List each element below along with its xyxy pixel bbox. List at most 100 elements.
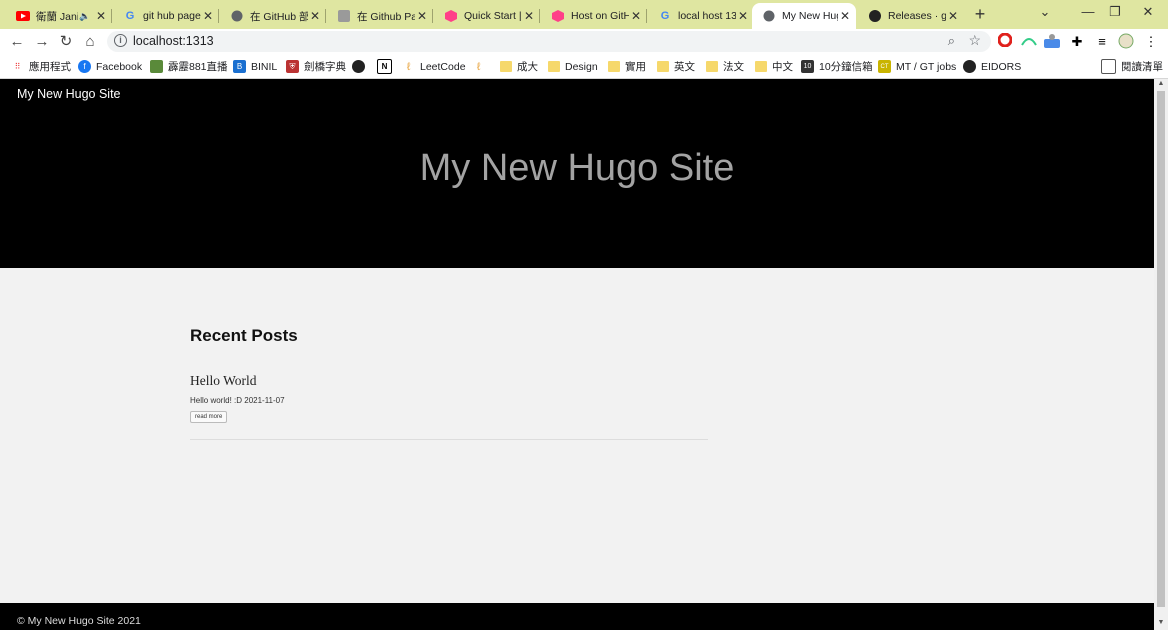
post-title-link[interactable]: Hello World <box>190 373 257 389</box>
opera-extension-icon[interactable] <box>996 32 1014 51</box>
bookmark-mt-gt-jobs[interactable]: CT MT / GT jobs <box>878 59 956 74</box>
page-viewport: My New Hugo Site My New Hugo Site Recent… <box>0 79 1154 630</box>
post-summary: Hello world! :D 2021-11-07 <box>190 396 285 405</box>
section-title: Recent Posts <box>190 326 298 345</box>
bookmark-github[interactable] <box>352 59 370 74</box>
site-brand-link[interactable]: My New Hugo Site <box>17 87 121 101</box>
close-tab-icon[interactable]: ✕ <box>629 9 643 23</box>
bookmark-binil[interactable]: B BINIL <box>233 59 277 74</box>
rainbow-extension-icon[interactable] <box>1020 33 1038 51</box>
folder-icon <box>547 60 560 73</box>
close-tab-icon[interactable]: ✕ <box>308 9 322 23</box>
bookmark-881[interactable]: 霹靂881直播 <box>150 59 228 74</box>
tab-title: git hub pages <box>143 10 201 22</box>
profile-avatar-icon[interactable] <box>1117 33 1135 51</box>
tab-youtube[interactable]: 衛蘭 Janice 🔈 ✕ <box>6 3 112 29</box>
bookmark-facebook[interactable]: f Facebook <box>78 59 142 74</box>
tab-quick-start[interactable]: Quick Start | Hugo ✕ <box>434 3 540 29</box>
tab-title: My New Hugo Site <box>782 10 838 22</box>
tab-github-pages[interactable]: 在 Github Pages ✕ <box>327 3 433 29</box>
menu-kebab-icon[interactable]: ⋮ <box>1142 33 1160 51</box>
scroll-down-arrow-icon[interactable]: ▼ <box>1156 619 1166 629</box>
bookmark-site-icon: B <box>233 60 246 73</box>
bookmark-eidors[interactable]: EIDORS <box>963 59 1021 74</box>
close-tab-icon[interactable]: ✕ <box>838 9 852 23</box>
bookmarks-bar: ⠿ 應用程式 f Facebook 霹靂881直播 B BINIL ⛨ 劍橋字典 N ℓ… <box>0 55 1168 79</box>
bookmark-notion[interactable]: N <box>377 59 397 74</box>
bookmark-folder-useful[interactable]: 實用 <box>607 59 646 74</box>
site-header: My New Hugo Site My New Hugo Site <box>0 79 1154 268</box>
hugo-icon <box>444 9 458 23</box>
tab-title: 在 GitHub 部署 <box>250 10 308 23</box>
bookmark-star-icon[interactable]: ☆ <box>968 32 981 49</box>
new-tab-button[interactable]: + <box>970 5 990 25</box>
apps-grid-icon: ⠿ <box>14 62 21 71</box>
url-text[interactable]: localhost:1313 <box>133 34 214 48</box>
globe-icon <box>762 9 776 23</box>
reading-list-icon <box>1101 59 1116 74</box>
close-tab-icon[interactable]: ✕ <box>946 9 960 23</box>
bookmark-leetcode[interactable]: ℓ LeetCode <box>402 59 466 74</box>
google-icon: G <box>125 10 135 22</box>
reading-list[interactable]: 閱讀清單 <box>1101 59 1163 74</box>
leetcode-icon: ℓ <box>476 60 481 73</box>
site-footer: © My New Hugo Site 2021 <box>0 603 1154 630</box>
tab-title: 衛蘭 Janice <box>36 10 78 23</box>
off-extension-icon[interactable] <box>1043 33 1061 51</box>
post-divider <box>190 439 708 440</box>
bookmark-apps[interactable]: ⠿ 應用程式 <box>11 59 71 74</box>
bookmark-10min-mail[interactable]: 10 10分鐘信箱 <box>801 59 873 74</box>
vertical-scrollbar[interactable]: ▲ ▼ <box>1154 79 1168 630</box>
bookmark-folder-french[interactable]: 法文 <box>705 59 744 74</box>
bookmark-folder-design[interactable]: Design <box>547 59 598 74</box>
browser-toolbar: ← → ↻ ⌂ i localhost:1313 ⌕ ☆ ✚ ≡ ⋮ <box>0 29 1168 55</box>
tab-my-new-hugo-site[interactable]: My New Hugo Site ✕ <box>752 3 856 29</box>
tab-search-chevron-icon[interactable]: ⌄ <box>1025 4 1065 20</box>
tab-localhost-search[interactable]: G local host 1313 ✕ <box>648 3 754 29</box>
bookmark-folder-ncku[interactable]: 成大 <box>499 59 538 74</box>
zoom-icon[interactable]: ⌕ <box>948 33 955 49</box>
tab-github-deploy[interactable]: 在 GitHub 部署 ✕ <box>220 3 326 29</box>
bookmark-folder-english[interactable]: 英文 <box>656 59 695 74</box>
folder-icon <box>656 60 669 73</box>
close-window-button[interactable]: ✕ <box>1128 4 1168 20</box>
hero-title: My New Hugo Site <box>419 147 735 189</box>
address-bar[interactable]: i localhost:1313 ⌕ ☆ <box>107 31 991 52</box>
folder-icon <box>754 60 767 73</box>
tab-title: Quick Start | Hugo <box>464 10 522 22</box>
tab-google-search[interactable]: G git hub pages ✕ <box>113 3 219 29</box>
media-control-icon[interactable]: ≡ <box>1093 33 1111 51</box>
close-tab-icon[interactable]: ✕ <box>736 9 750 23</box>
scrollbar-thumb[interactable] <box>1157 91 1165 607</box>
recent-posts-section: Recent Posts Hello World Hello world! :D… <box>190 326 708 440</box>
back-button[interactable]: ← <box>7 32 27 52</box>
notion-icon: N <box>377 59 392 74</box>
bookmark-leetcode-2[interactable]: ℓ <box>472 59 490 74</box>
close-tab-icon[interactable]: ✕ <box>201 9 215 23</box>
close-tab-icon[interactable]: ✕ <box>522 9 536 23</box>
cambridge-icon: ⛨ <box>286 60 299 73</box>
tab-strip: 衛蘭 Janice 🔈 ✕ G git hub pages ✕ 在 GitHub… <box>0 0 1168 29</box>
tab-releases[interactable]: Releases · gohugoio ✕ <box>858 3 964 29</box>
tab-title: 在 Github Pages <box>357 10 415 23</box>
extensions-puzzle-icon[interactable]: ✚ <box>1068 33 1086 51</box>
close-tab-icon[interactable]: ✕ <box>94 9 108 23</box>
close-tab-icon[interactable]: ✕ <box>415 9 429 23</box>
google-icon: G <box>660 10 670 22</box>
hugo-icon <box>337 9 351 23</box>
forward-button[interactable]: → <box>32 32 52 52</box>
bookmark-site-icon: CT <box>878 60 891 73</box>
scroll-up-arrow-icon[interactable]: ▲ <box>1156 80 1166 90</box>
reload-button[interactable]: ↻ <box>56 32 76 52</box>
bookmark-folder-chinese[interactable]: 中文 <box>754 59 793 74</box>
home-button[interactable]: ⌂ <box>80 32 100 52</box>
tab-title: Releases · gohugoio <box>888 10 946 22</box>
leetcode-icon: ℓ <box>406 60 411 73</box>
speaker-icon[interactable]: 🔈 <box>78 9 92 23</box>
read-more-button[interactable]: read more <box>190 411 228 423</box>
bookmark-cambridge[interactable]: ⛨ 劍橋字典 <box>286 59 346 74</box>
globe-icon <box>230 9 244 23</box>
info-icon[interactable]: i <box>114 34 127 47</box>
tab-host-on-github[interactable]: Host on GitHub ✕ <box>541 3 647 29</box>
github-icon <box>352 60 365 73</box>
